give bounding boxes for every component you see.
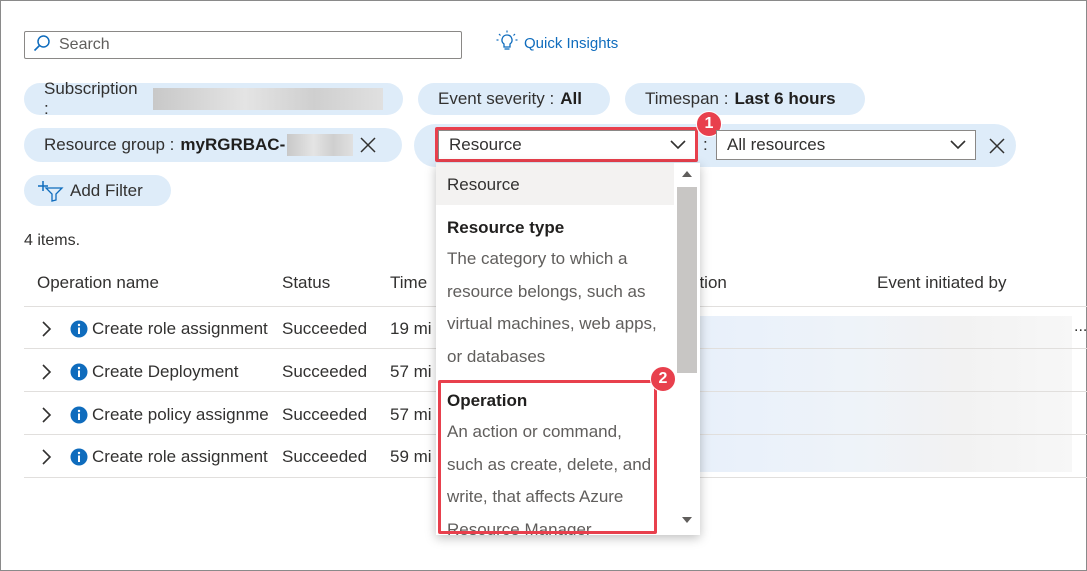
column-header-operation-name[interactable]: Operation name bbox=[37, 273, 159, 293]
subscription-label: Subscription : bbox=[44, 79, 138, 118]
chevron-right-icon[interactable] bbox=[40, 448, 52, 466]
status-cell: Succeeded bbox=[282, 362, 368, 381]
resource-group-filter-pill[interactable]: Resource group : myRGRBAC- bbox=[24, 128, 402, 162]
filter-value-dropdown[interactable]: All resources bbox=[716, 130, 976, 160]
event-severity-label: Event severity : bbox=[438, 89, 555, 108]
chevron-right-icon[interactable] bbox=[40, 406, 52, 424]
column-header-status[interactable]: Status bbox=[282, 273, 330, 293]
event-severity-filter-pill[interactable]: Event severity : All bbox=[418, 83, 610, 115]
close-icon[interactable] bbox=[988, 137, 1006, 155]
timespan-value: Last 6 hours bbox=[734, 89, 836, 108]
search-input[interactable] bbox=[57, 35, 441, 55]
description-line: virtual machines, web apps, bbox=[447, 314, 657, 333]
redacted-subscription bbox=[153, 88, 383, 110]
redacted-resource-group bbox=[287, 134, 354, 156]
search-box[interactable] bbox=[24, 31, 462, 59]
operation-name-cell[interactable]: Create Deployment bbox=[92, 362, 268, 382]
info-icon bbox=[70, 448, 88, 466]
overflow-ellipsis: ... bbox=[1074, 318, 1087, 335]
quick-insights-label: Quick Insights bbox=[524, 34, 619, 52]
time-cell: 19 mi bbox=[390, 319, 432, 338]
menu-scrollbar-thumb[interactable] bbox=[677, 187, 697, 373]
redacted-columns bbox=[700, 316, 1072, 472]
description-line: or databases bbox=[447, 346, 546, 366]
menu-item-resource-type[interactable]: Resource type bbox=[447, 218, 564, 238]
description-line: resource belongs, such as bbox=[447, 281, 646, 301]
items-count: 4 items. bbox=[24, 232, 81, 249]
timespan-label: Timespan : bbox=[645, 89, 729, 108]
operation-name-cell[interactable]: Create role assignment bbox=[92, 447, 268, 467]
info-icon bbox=[70, 406, 88, 424]
scroll-up-icon[interactable] bbox=[681, 170, 693, 178]
step-badge-2: 2 bbox=[650, 366, 676, 392]
description-line: The category to which a bbox=[447, 249, 628, 268]
add-filter-icon bbox=[38, 180, 64, 202]
highlight-box-2 bbox=[438, 380, 657, 534]
scroll-down-icon[interactable] bbox=[681, 516, 693, 524]
time-cell: 57 mi bbox=[390, 405, 432, 424]
status-cell: Succeeded bbox=[282, 447, 368, 466]
add-filter-label: Add Filter bbox=[70, 180, 143, 200]
filter-value-text: All resources bbox=[727, 135, 826, 154]
chevron-right-icon[interactable] bbox=[40, 320, 52, 338]
filter-separator: : bbox=[703, 135, 708, 154]
chevron-down-icon bbox=[949, 139, 967, 151]
status-cell: Succeeded bbox=[282, 319, 368, 338]
time-cell: 57 mi bbox=[390, 362, 432, 381]
add-filter-button[interactable]: Add Filter bbox=[24, 175, 171, 206]
highlight-box-1 bbox=[435, 127, 698, 162]
resource-group-label: Resource group : bbox=[44, 135, 175, 154]
operation-name-cell[interactable]: Create role assignment bbox=[92, 319, 268, 339]
lightbulb-icon bbox=[496, 30, 518, 56]
info-icon bbox=[70, 363, 88, 381]
time-cell: 59 mi bbox=[390, 447, 432, 466]
info-icon bbox=[70, 320, 88, 338]
quick-insights-link[interactable]: Quick Insights bbox=[496, 30, 618, 56]
column-header-time[interactable]: Time bbox=[390, 273, 427, 293]
chevron-right-icon[interactable] bbox=[40, 363, 52, 381]
search-icon bbox=[33, 34, 51, 57]
resource-group-value: myRGRBAC- bbox=[180, 135, 286, 154]
column-header-event-initiated-by[interactable]: Event initiated by bbox=[877, 273, 1006, 293]
status-cell: Succeeded bbox=[282, 405, 368, 424]
close-icon[interactable] bbox=[359, 136, 377, 154]
timespan-filter-pill[interactable]: Timespan : Last 6 hours bbox=[625, 83, 865, 115]
event-severity-value: All bbox=[560, 89, 582, 108]
operation-name-cell[interactable]: Create policy assignment bbox=[92, 405, 268, 425]
menu-item-resource-type-description: The category to which a resource belongs… bbox=[447, 243, 672, 373]
subscription-filter-pill[interactable]: Subscription : bbox=[24, 79, 403, 118]
menu-item-resource-label[interactable]: Resource bbox=[447, 175, 520, 195]
